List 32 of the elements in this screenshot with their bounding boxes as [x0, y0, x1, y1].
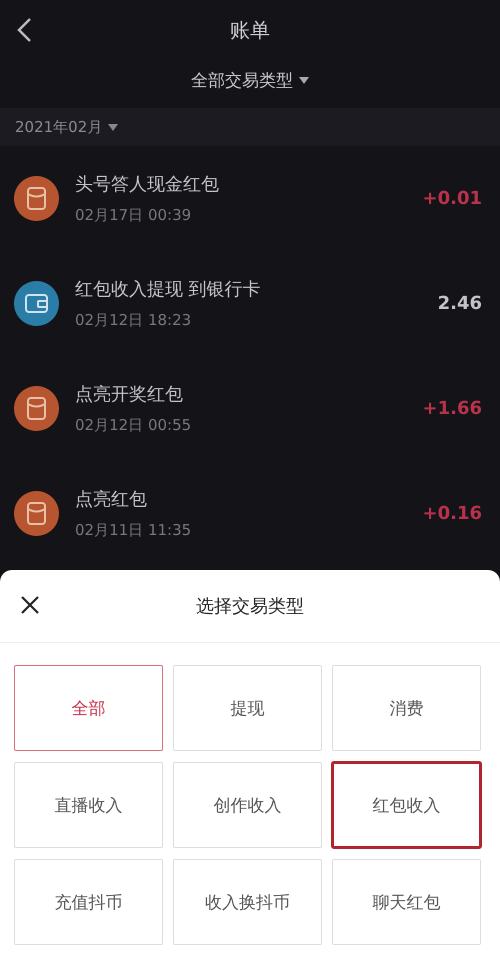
envelope-icon [14, 176, 59, 221]
type-option[interactable]: 聊天红包 [332, 859, 481, 945]
type-option[interactable]: 收入换抖币 [173, 859, 322, 945]
type-option[interactable]: 创作收入 [173, 762, 322, 848]
type-filter[interactable]: 全部交易类型 [191, 68, 293, 92]
type-option[interactable]: 提现 [173, 665, 322, 751]
transaction-title: 点亮开奖红包 [75, 383, 184, 406]
type-option[interactable]: 直播收入 [14, 762, 163, 848]
transaction-title: 红包收入提现 到银行卡 [75, 278, 262, 301]
transaction-amount: 2.46 [438, 293, 482, 314]
envelope-icon [14, 491, 59, 536]
page-title: 账单 [230, 16, 270, 44]
transaction-title: 点亮红包 [75, 488, 148, 511]
caret-icon[interactable] [108, 124, 118, 130]
transaction-date: 02月17日 00:39 [75, 206, 192, 225]
transaction-amount: +0.01 [422, 188, 482, 209]
sheet-title: 选择交易类型 [196, 595, 304, 618]
transaction-title: 头号答人现金红包 [75, 173, 220, 196]
type-option[interactable]: 消费 [332, 665, 481, 751]
transaction-date: 02月11日 11:35 [75, 521, 192, 540]
transaction-amount: +0.16 [422, 503, 482, 524]
type-option[interactable]: 红包收入 [332, 762, 481, 848]
caret-icon[interactable] [299, 76, 309, 84]
transaction-date: 02月12日 00:55 [75, 416, 192, 435]
month-selector[interactable]: 2021年02月 [15, 118, 102, 136]
transaction-amount: +1.66 [422, 398, 482, 419]
transaction-date: 02月12日 18:23 [75, 311, 192, 330]
wallet-icon [14, 281, 59, 326]
envelope-icon [14, 386, 59, 431]
close-icon[interactable] [20, 595, 40, 615]
type-option[interactable]: 充值抖币 [14, 859, 163, 945]
type-option[interactable]: 全部 [14, 665, 163, 751]
